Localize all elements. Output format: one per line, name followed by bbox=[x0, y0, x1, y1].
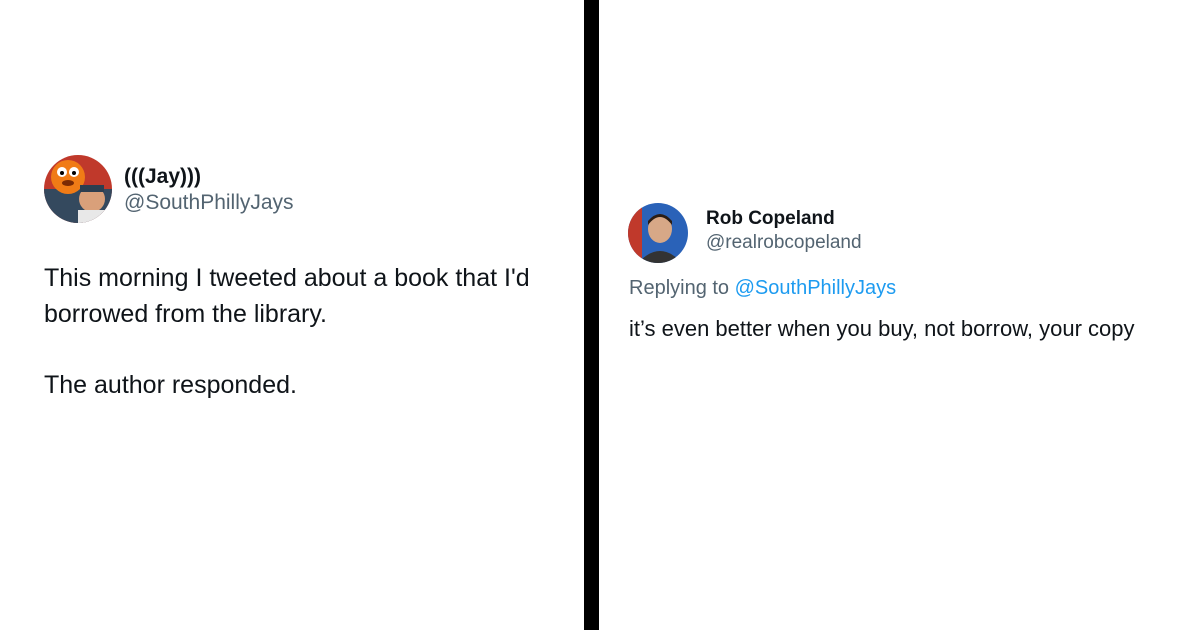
person-avatar-icon[interactable] bbox=[628, 203, 688, 263]
comparison-canvas: (((Jay))) @SouthPhillyJays This morning … bbox=[0, 0, 1200, 630]
user-handle[interactable]: @SouthPhillyJays bbox=[124, 191, 294, 215]
display-name[interactable]: (((Jay))) bbox=[124, 165, 201, 189]
original-tweet-card: (((Jay))) @SouthPhillyJays This morning … bbox=[0, 0, 584, 630]
replying-to-label: Replying to bbox=[629, 277, 730, 299]
tweet-paragraph: This morning I tweeted about a book that… bbox=[44, 264, 530, 328]
user-handle[interactable]: @realrobcopeland bbox=[706, 232, 862, 254]
reply-tweet-card: Rob Copeland @realrobcopeland Replying t… bbox=[599, 0, 1200, 630]
reply-text: it’s even better when you buy, not borro… bbox=[629, 316, 1135, 341]
tweet-paragraph: The author responded. bbox=[44, 371, 297, 399]
mascot-avatar-icon[interactable] bbox=[44, 155, 112, 223]
display-name[interactable]: Rob Copeland bbox=[706, 208, 835, 230]
replying-to-line: Replying to @SouthPhillyJays bbox=[629, 277, 896, 300]
mention-link[interactable]: @SouthPhillyJays bbox=[735, 277, 896, 299]
tweet-text: This morning I tweeted about a book that… bbox=[44, 260, 572, 403]
center-divider bbox=[584, 0, 599, 630]
